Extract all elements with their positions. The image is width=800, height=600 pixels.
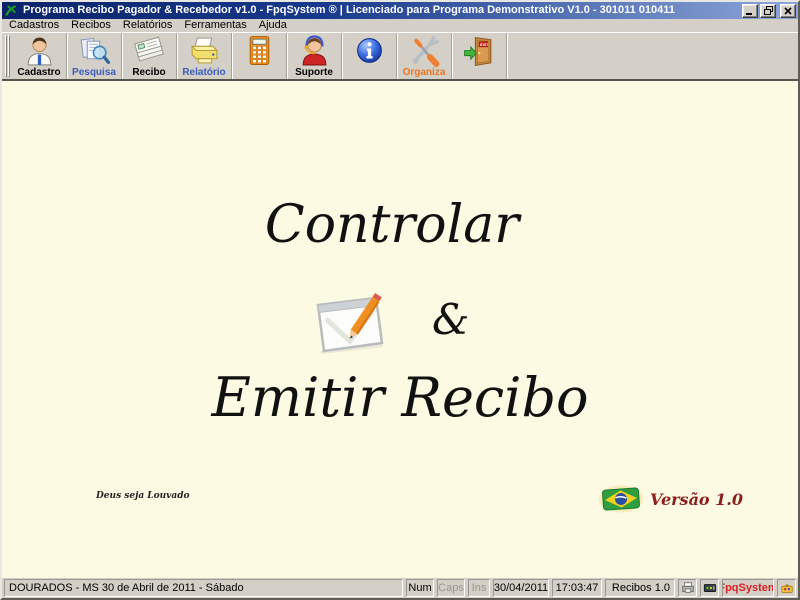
menu-cadastros[interactable]: Cadastros	[3, 19, 65, 32]
status-brand: FpqSystem	[722, 579, 774, 597]
status-network-panel[interactable]	[700, 579, 719, 597]
app-icon	[5, 4, 18, 17]
version-row: Versão 1.0	[598, 483, 743, 515]
toolbar-button-organiza[interactable]: Organiza	[397, 33, 452, 79]
exit-door-icon: EXIT	[463, 34, 496, 67]
app-window: Programa Recibo Pagador & Recebedor v1.0…	[0, 0, 800, 600]
toolbar-button-pesquisa[interactable]: Pesquisa	[67, 33, 122, 79]
close-icon	[784, 7, 792, 15]
brazil-flag-icon	[598, 483, 644, 515]
title-bar[interactable]: Programa Recibo Pagador & Recebedor v1.0…	[2, 2, 798, 19]
menu-recibos[interactable]: Recibos	[65, 19, 117, 32]
toolbar-button-info[interactable]	[342, 33, 397, 79]
status-app-panel: Recibos 1.0	[605, 579, 675, 597]
toolbar-button-calculadora[interactable]	[232, 33, 287, 79]
menu-ajuda[interactable]: Ajuda	[253, 19, 293, 32]
toolbar: Cadastro Pesquisa Re	[2, 32, 798, 81]
toolbar-button-label: Recibo	[132, 67, 165, 78]
status-printer-panel[interactable]	[678, 579, 697, 597]
calculator-icon	[243, 34, 276, 67]
toolbar-button-label: Cadastro	[17, 67, 60, 78]
printer-icon	[188, 34, 221, 67]
search-documents-icon	[78, 34, 111, 67]
toolbar-button-cadastro[interactable]: Cadastro	[12, 33, 67, 79]
status-location: DOURADOS - MS 30 de Abril de 2011 - Sába…	[4, 579, 403, 597]
info-icon	[353, 34, 386, 67]
toolbar-button-label: Relatório	[182, 67, 225, 78]
printer-mini-icon	[681, 581, 695, 595]
blessing-text: Deus seja Louvado	[96, 491, 190, 501]
menu-relatorios[interactable]: Relatórios	[117, 19, 179, 32]
toolbar-gripper[interactable]	[5, 33, 10, 79]
headline-emitir: Emitir Recibo	[2, 371, 798, 425]
main-area: Controlar & Emitir Recibo Deus seja Louv…	[2, 81, 798, 578]
status-bar: DOURADOS - MS 30 de Abril de 2011 - Sába…	[2, 578, 798, 598]
exit-sign-text: EXIT	[480, 43, 489, 47]
status-date: 30/04/2011	[493, 579, 549, 597]
menu-ferramentas[interactable]: Ferramentas	[178, 19, 252, 32]
status-caps-indicator: Caps	[437, 579, 465, 597]
version-text: Versão 1.0	[650, 490, 743, 509]
menu-bar: Cadastros Recibos Relatórios Ferramentas…	[2, 19, 798, 32]
minimize-icon	[746, 7, 754, 15]
status-ins-indicator: Ins	[468, 579, 490, 597]
person-icon	[23, 34, 56, 67]
minimize-button[interactable]	[742, 4, 758, 18]
status-app-name: Recibos 1.0	[612, 580, 670, 596]
toolbar-button-relatorio[interactable]: Relatório	[177, 33, 232, 79]
toolbox-mini-icon	[780, 581, 794, 595]
status-time: 17:03:47	[552, 579, 602, 597]
window-title: Programa Recibo Pagador & Recebedor v1.0…	[23, 2, 740, 19]
status-num-indicator: Num	[406, 579, 434, 597]
notepad-pencil-icon	[308, 287, 398, 364]
toolbar-button-label: Pesquisa	[72, 67, 116, 78]
toolbar-button-recibo[interactable]: Recibo	[122, 33, 177, 79]
tools-icon	[408, 34, 441, 67]
status-toolbox-panel[interactable]	[777, 579, 796, 597]
support-agent-icon	[298, 34, 331, 67]
ampersand-text: &	[432, 299, 469, 341]
close-button[interactable]	[780, 4, 796, 18]
toolbar-button-label: Organiza	[403, 67, 446, 78]
toolbar-button-sair[interactable]: EXIT	[452, 33, 507, 79]
receipt-papers-icon	[133, 34, 166, 67]
restore-button[interactable]	[760, 4, 776, 18]
toolbar-button-label: Suporte	[295, 67, 333, 78]
toolbar-button-suporte[interactable]: Suporte	[287, 33, 342, 79]
restore-icon	[764, 6, 773, 15]
network-mini-icon	[703, 581, 717, 595]
receipt-mini-icon	[608, 581, 609, 595]
headline-controlar: Controlar	[2, 199, 790, 251]
